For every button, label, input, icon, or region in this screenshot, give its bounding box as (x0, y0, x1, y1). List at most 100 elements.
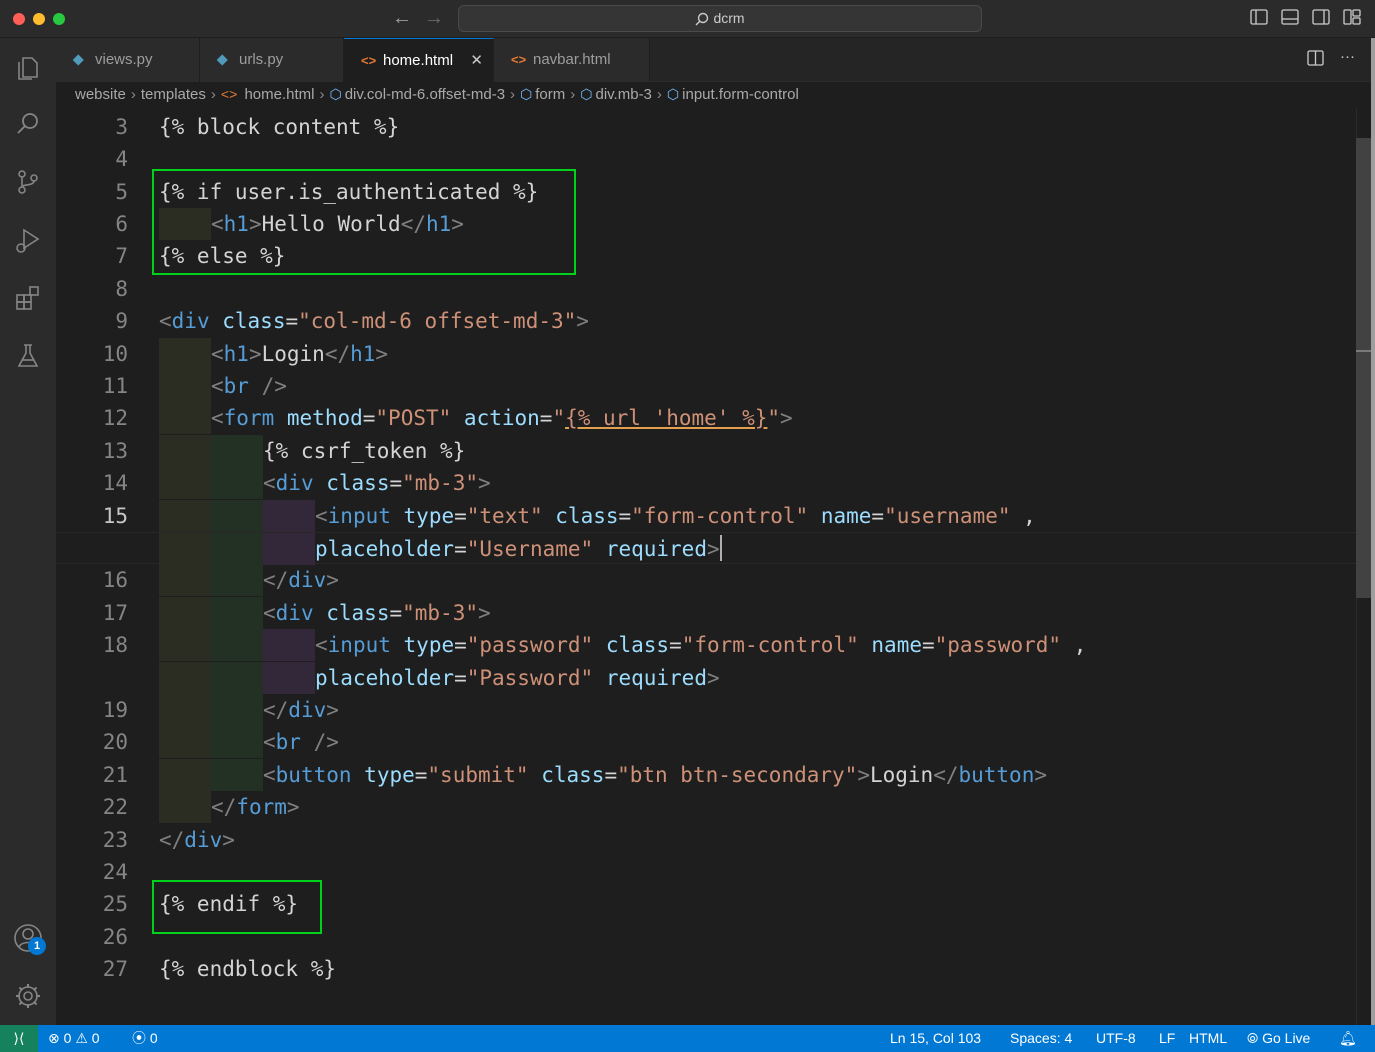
tab-urls-py[interactable]: ⬥ urls.py (200, 38, 344, 82)
explorer-icon[interactable] (12, 50, 44, 82)
toggle-primary-sidebar-icon[interactable] (1250, 9, 1268, 25)
code-line[interactable]: 19 </div> (56, 694, 1356, 726)
code-line[interactable]: 10 <h1>Login</h1> (56, 338, 1356, 370)
scrollbar-thumb[interactable] (1356, 138, 1371, 598)
code-line[interactable]: 8 (56, 273, 1356, 305)
encoding[interactable]: UTF-8 (1096, 1025, 1136, 1052)
code-line[interactable]: 27 {% endblock %} (56, 953, 1356, 985)
end-of-line[interactable]: LF (1159, 1025, 1175, 1052)
html-icon: <> (220, 86, 238, 102)
language-mode[interactable]: HTML (1189, 1025, 1227, 1052)
indent-guide (211, 662, 263, 694)
line-number: 20 (102, 730, 128, 754)
line-number: 4 (115, 147, 128, 171)
code-line[interactable]: 18 <input type="password" class="form-con… (56, 629, 1356, 661)
notifications-bell-icon[interactable]: 🔔︎ (1339, 1025, 1357, 1052)
extensions-icon[interactable] (12, 282, 44, 314)
split-editor-icon[interactable] (1307, 50, 1324, 66)
code-line[interactable]: 22 </form> (56, 791, 1356, 823)
remote-indicator-icon[interactable]: ⟩⟨ (0, 1025, 38, 1052)
breadcrumb-item[interactable]: templates (141, 86, 206, 103)
code-text: <form method="POST" action="{% url 'home… (211, 406, 793, 430)
code-line[interactable]: placeholder="Username" required> (56, 532, 1356, 565)
code-text: <div class="col-md-6 offset-md-3"> (159, 309, 589, 333)
element-cube-icon: ⬡ (580, 86, 593, 102)
code-line[interactable]: 11 <br /> (56, 370, 1356, 402)
search-icon[interactable] (12, 108, 44, 140)
testing-icon[interactable] (12, 340, 44, 372)
settings-icon[interactable] (12, 980, 44, 1012)
search-text: dcrm (713, 10, 745, 26)
indentation[interactable]: Spaces: 4 (1010, 1025, 1072, 1052)
code-line[interactable]: 14 <div class="mb-3"> (56, 467, 1356, 499)
warning-count: 0 (91, 1030, 100, 1046)
text-cursor (719, 535, 722, 561)
breadcrumb-item[interactable]: form (535, 86, 565, 103)
chevron-right-icon: › (130, 86, 136, 103)
more-actions-icon[interactable]: ··· (1340, 49, 1355, 66)
line-number: 11 (102, 374, 128, 398)
close-window-button[interactable] (13, 13, 25, 25)
indent-guide (159, 759, 211, 791)
customize-layout-icon[interactable] (1343, 9, 1361, 25)
code-line[interactable]: 23 </div> (56, 824, 1356, 856)
code-text: <input type="text" class="form-control" … (315, 504, 1036, 528)
line-number: 10 (102, 342, 128, 366)
indent-guide (211, 435, 263, 467)
indent-guide (263, 533, 315, 565)
breadcrumb-item[interactable]: website (75, 86, 126, 103)
toggle-panel-icon[interactable] (1281, 9, 1299, 25)
ports-indicator[interactable]: ⦿ 0 (132, 1025, 158, 1052)
close-tab-icon[interactable]: ✕ (470, 39, 483, 83)
cursor-position[interactable]: Ln 15, Col 103 (890, 1025, 981, 1052)
source-control-icon[interactable] (12, 166, 44, 198)
breadcrumb-item[interactable]: div.col-md-6.offset-md-3 (345, 86, 505, 103)
code-text: placeholder="Username" required> (315, 535, 722, 561)
code-line[interactable]: 16 </div> (56, 564, 1356, 596)
code-line[interactable]: 20 <br /> (56, 726, 1356, 758)
title-bar: ← → dcrm (0, 0, 1375, 38)
code-line[interactable]: 9 <div class="col-md-6 offset-md-3"> (56, 305, 1356, 337)
run-debug-icon[interactable] (12, 224, 44, 256)
code-line[interactable]: 13 {% csrf_token %} (56, 435, 1356, 467)
code-line[interactable]: 21 <button type="submit" class="btn btn-s… (56, 759, 1356, 791)
chevron-right-icon: › (210, 86, 216, 103)
go-live-button[interactable]: ⦾ Go Live (1247, 1025, 1310, 1052)
code-line[interactable]: 17 <div class="mb-3"> (56, 597, 1356, 629)
code-line[interactable]: 12 <form method="POST" action="{% url 'ho… (56, 402, 1356, 434)
indent-guide (263, 629, 315, 661)
code-text: </div> (263, 568, 339, 592)
warning-icon: ⚠ (75, 1030, 88, 1046)
command-center-search[interactable]: dcrm (458, 5, 982, 32)
problems-indicator[interactable]: ⊗ 0 ⚠ 0 (48, 1025, 100, 1052)
chevron-right-icon: › (510, 86, 516, 103)
indent-guide (211, 694, 263, 726)
indent-guide (211, 597, 263, 629)
breadcrumb-item[interactable]: home.html (244, 86, 314, 103)
back-arrow-icon[interactable]: ← (392, 6, 412, 30)
python-icon: ⬥ (73, 51, 84, 68)
chevron-right-icon: › (570, 86, 576, 103)
zoom-window-button[interactable] (53, 13, 65, 25)
code-line[interactable]: 15 <input type="text" class="form-control… (56, 500, 1356, 532)
code-line[interactable]: placeholder="Password" required> (56, 662, 1356, 694)
indent-guide (159, 629, 211, 661)
tab-label: home.html (383, 52, 454, 69)
indent-guide (211, 500, 263, 532)
tab-navbar-html[interactable]: <> navbar.html (494, 38, 650, 82)
code-text: {% csrf_token %} (263, 439, 466, 463)
toggle-secondary-sidebar-icon[interactable] (1312, 9, 1330, 25)
ports-icon: ⦿ (132, 1030, 146, 1046)
tab-home-html[interactable]: <> home.html ✕ (344, 38, 494, 82)
forward-arrow-icon[interactable]: → (424, 6, 444, 30)
breadcrumb-item[interactable]: input.form-control (682, 86, 799, 103)
indent-guide (211, 726, 263, 758)
indent-guide (159, 694, 211, 726)
line-number: 17 (102, 601, 128, 625)
code-line[interactable]: 3 {% block content %} (56, 111, 1356, 143)
breadcrumb-item[interactable]: div.mb-3 (596, 86, 652, 103)
code-text: </form> (211, 795, 300, 819)
indent-guide (211, 759, 263, 791)
tab-views-py[interactable]: ⬥ views.py (56, 38, 200, 82)
minimize-window-button[interactable] (33, 13, 45, 25)
